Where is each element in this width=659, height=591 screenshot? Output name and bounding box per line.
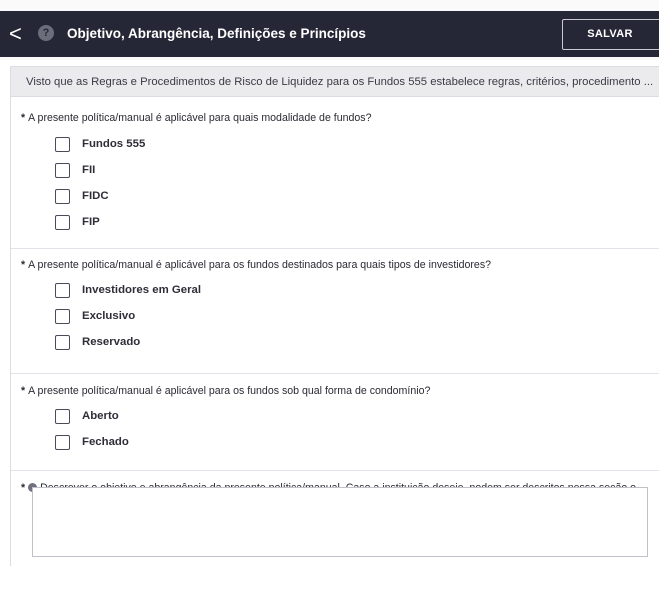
- option-fii[interactable]: FII: [55, 162, 95, 178]
- save-button[interactable]: SALVAR: [562, 19, 659, 50]
- intro-text: Visto que as Regras e Procedimentos de R…: [26, 76, 654, 88]
- help-circle-icon[interactable]: ?: [38, 25, 54, 41]
- option-fundos-555[interactable]: Fundos 555: [55, 136, 145, 152]
- option-fidc[interactable]: FIDC: [55, 188, 109, 204]
- question-text: A presente política/manual é aplicável p…: [28, 385, 431, 397]
- option-investidores-em-geral[interactable]: Investidores em Geral: [55, 282, 201, 298]
- option-fip[interactable]: FIP: [55, 214, 100, 230]
- question-section-investor-types: * A presente política/manual é aplicável …: [11, 249, 659, 374]
- option-label: Fechado: [82, 436, 129, 448]
- option-label: FIP: [82, 216, 100, 228]
- option-reservado[interactable]: Reservado: [55, 334, 140, 350]
- objective-textarea[interactable]: [32, 487, 648, 557]
- option-label: Fundos 555: [82, 138, 146, 150]
- back-chevron-icon[interactable]: <: [9, 23, 25, 45]
- page-title: Objetivo, Abrangência, Definições e Prin…: [67, 26, 366, 41]
- checkbox[interactable]: [55, 136, 70, 152]
- option-label: Aberto: [82, 410, 119, 422]
- checkbox[interactable]: [55, 408, 70, 424]
- question-section-condominium: * A presente política/manual é aplicável …: [11, 374, 659, 471]
- checkbox[interactable]: [55, 308, 70, 324]
- question-label: * A presente política/manual é aplicável …: [21, 259, 491, 272]
- checkbox[interactable]: [55, 162, 70, 178]
- question-section-fund-types: * A presente política/manual é aplicável …: [11, 98, 659, 249]
- required-mark: *: [21, 385, 26, 397]
- option-label: Exclusivo: [82, 310, 136, 322]
- checkbox[interactable]: [55, 434, 70, 450]
- required-mark: *: [21, 112, 26, 124]
- intro-banner: Visto que as Regras e Procedimentos de R…: [11, 67, 659, 97]
- checkbox[interactable]: [55, 334, 70, 350]
- question-text: A presente política/manual é aplicável p…: [28, 112, 372, 124]
- option-label: Reservado: [82, 336, 141, 348]
- option-label: Investidores em Geral: [82, 284, 202, 296]
- option-label: FII: [82, 164, 96, 176]
- question-label: * A presente política/manual é aplicável …: [21, 385, 430, 398]
- checkbox[interactable]: [55, 214, 70, 230]
- question-label: * A presente política/manual é aplicável …: [21, 112, 371, 125]
- option-aberto[interactable]: Aberto: [55, 408, 119, 424]
- option-exclusivo[interactable]: Exclusivo: [55, 308, 135, 324]
- option-fechado[interactable]: Fechado: [55, 434, 129, 450]
- required-mark: *: [21, 482, 26, 494]
- required-mark: *: [21, 259, 26, 271]
- page-header: < ? Objetivo, Abrangência, Definições e …: [0, 11, 659, 57]
- question-text: A presente política/manual é aplicável p…: [28, 259, 492, 271]
- checkbox[interactable]: [55, 282, 70, 298]
- option-label: FIDC: [82, 190, 109, 202]
- checkbox[interactable]: [55, 188, 70, 204]
